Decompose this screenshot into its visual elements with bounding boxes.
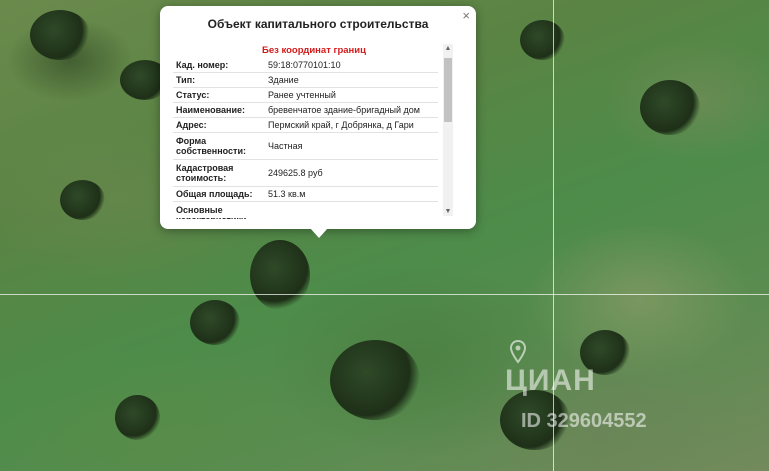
attributes-table: Кад. номер: 59:18:0770101:10 Тип: Здание…	[173, 58, 438, 219]
attr-key: Статус:	[173, 87, 265, 103]
tree-cluster	[115, 395, 160, 440]
status-no-boundaries: Без координат границ	[262, 45, 366, 56]
table-row: Форма собственности: Частная	[173, 132, 438, 160]
watermark-logo: ЦИАН	[505, 364, 596, 397]
close-icon[interactable]: ×	[462, 9, 470, 23]
attr-key: Форма собственности:	[173, 132, 265, 160]
table-row: Статус: Ранее учтенный	[173, 87, 438, 103]
scroll-thumb[interactable]	[444, 58, 452, 122]
tree-cluster	[190, 300, 240, 345]
attr-key: Адрес:	[173, 117, 265, 133]
crosshair-vertical	[553, 0, 554, 471]
table-row: Тип: Здание	[173, 72, 438, 88]
attr-value: Здание	[265, 72, 438, 88]
popup-scrollbar[interactable]: ▲ ▼	[443, 44, 453, 216]
attr-key: Тип:	[173, 72, 265, 88]
scroll-up-arrow-icon[interactable]: ▲	[443, 44, 453, 53]
attr-key: Общая площадь:	[173, 186, 265, 202]
attr-value: Ранее учтенный	[265, 87, 438, 103]
attr-value: Частная	[265, 132, 438, 160]
table-row: Кадастровая стоимость: 249625.8 руб	[173, 159, 438, 187]
tree-cluster	[250, 240, 310, 310]
table-row: Основные характеристики	[173, 201, 438, 219]
map-pin-icon	[510, 340, 526, 364]
tree-cluster	[330, 340, 420, 420]
attr-key: Основные характеристики	[173, 201, 265, 219]
attr-value: бревенчатое здание-бригадный дом	[265, 102, 438, 118]
table-row: Общая площадь: 51.3 кв.м	[173, 186, 438, 202]
scroll-down-arrow-icon[interactable]: ▼	[443, 207, 453, 216]
crosshair-horizontal	[0, 294, 769, 295]
tree-cluster	[640, 80, 700, 135]
table-row: Кад. номер: 59:18:0770101:10	[173, 58, 438, 73]
attr-value: 59:18:0770101:10	[265, 58, 438, 73]
attr-key: Наименование:	[173, 102, 265, 118]
object-info-popup: Объект капитального строительства × Без …	[160, 6, 476, 238]
tree-cluster	[520, 20, 565, 60]
popup-content[interactable]: Без координат границ Кад. номер: 59:18:0…	[173, 44, 455, 219]
attr-key: Кад. номер:	[173, 58, 265, 73]
popup-title: Объект капитального строительства	[207, 17, 429, 31]
attr-key: Кадастровая стоимость:	[173, 159, 265, 187]
attr-value	[265, 201, 438, 219]
watermark-id: ID 329604552	[521, 410, 647, 432]
attr-value: 249625.8 руб	[265, 159, 438, 187]
attr-value: Пермский край, г Добрянка, д Гари	[265, 117, 438, 133]
table-row: Адрес: Пермский край, г Добрянка, д Гари	[173, 117, 438, 133]
tree-cluster	[60, 180, 105, 220]
attr-value: 51.3 кв.м	[265, 186, 438, 202]
table-row: Наименование: бревенчатое здание-бригадн…	[173, 102, 438, 118]
tree-cluster	[30, 10, 90, 60]
